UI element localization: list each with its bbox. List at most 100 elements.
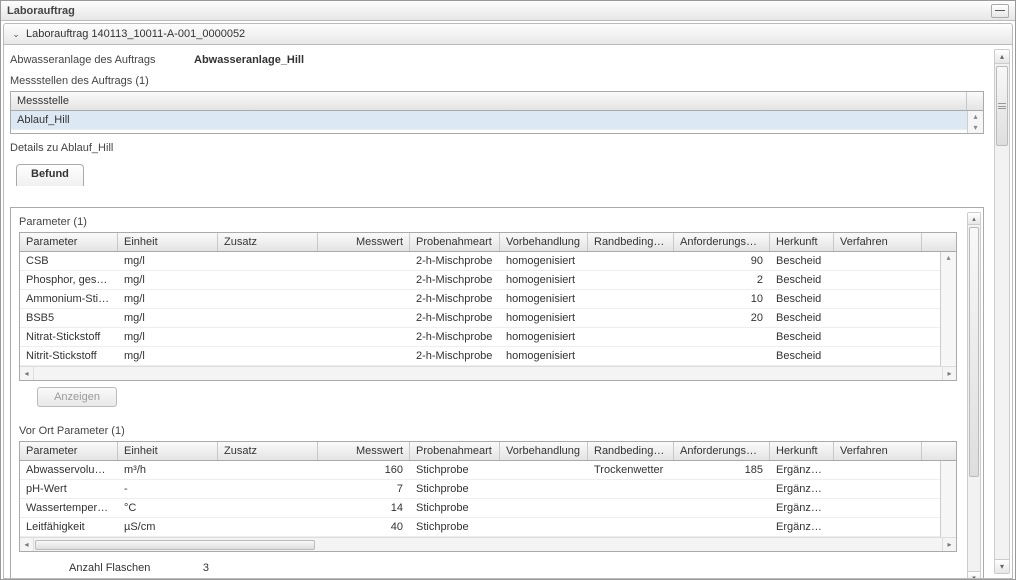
table-row[interactable]: Abwasservolumensm³/h160StichprobeTrocken… (20, 461, 940, 480)
cell (588, 518, 674, 536)
messstellen-grid[interactable]: Messstelle Ablauf_Hill ▴ ▾ (10, 91, 984, 134)
outer-scrollbar[interactable]: ▴ ▾ (994, 49, 1010, 574)
scroll-up-icon[interactable]: ▴ (968, 213, 980, 225)
cell (588, 499, 674, 517)
hscroll-left-icon[interactable]: ◂ (20, 538, 34, 551)
cell: 185 (674, 461, 770, 479)
cell (318, 252, 410, 270)
column-header[interactable]: Randbedingung (588, 442, 674, 460)
table-row[interactable]: Ammonium-Sticksmg/l2-h-Mischprobehomogen… (20, 290, 940, 309)
cell: 160 (318, 461, 410, 479)
scroll-thumb[interactable] (969, 227, 979, 477)
vorort-grid-hscroll[interactable]: ◂ ▸ (20, 537, 956, 551)
cell (834, 461, 922, 479)
cell (834, 499, 922, 517)
cell (674, 480, 770, 498)
table-row[interactable]: Phosphor, gesamtmg/l2-h-Mischprobehomoge… (20, 271, 940, 290)
scroll-thumb[interactable] (996, 66, 1008, 146)
tab-scrollbar[interactable]: ▴ ▾ (967, 212, 981, 578)
cell (218, 309, 318, 327)
param-grid-hscroll[interactable]: ◂ ▸ (20, 366, 956, 380)
table-row[interactable]: pH-Wert-7StichprobeErgänzung (20, 480, 940, 499)
column-header[interactable]: Messwert (318, 442, 410, 460)
cell: Bescheid (770, 271, 834, 289)
section-header[interactable]: ⌄ Laborauftrag 140113_10011-A-001_000005… (3, 23, 1013, 45)
messstellen-col-header[interactable]: Messstelle (11, 92, 967, 110)
scroll-up-icon[interactable]: ▴ (995, 50, 1009, 64)
table-row[interactable]: Nitrit-Stickstoffmg/l2-h-Mischprobehomog… (20, 347, 940, 366)
minimize-button[interactable]: — (991, 4, 1009, 18)
table-row[interactable]: Nitrat-Stickstoffmg/l2-h-Mischprobehomog… (20, 328, 940, 347)
cell: µS/cm (118, 518, 218, 536)
cell: Wassertemperatur (20, 499, 118, 517)
cell (218, 271, 318, 289)
cell: mg/l (118, 290, 218, 308)
parameter-grid[interactable]: ParameterEinheitZusatzMesswertProbenahme… (19, 232, 957, 381)
column-header[interactable]: Herkunft (770, 442, 834, 460)
cell (834, 328, 922, 346)
param-grid-vscroll[interactable]: ▴ (940, 252, 956, 366)
column-header[interactable]: Herkunft (770, 233, 834, 251)
scroll-up-icon[interactable]: ▴ (973, 111, 977, 122)
hscroll-thumb[interactable] (35, 540, 315, 550)
cell (834, 347, 922, 365)
cell: °C (118, 499, 218, 517)
messstellen-scroll[interactable]: ▴ ▾ (967, 111, 983, 133)
anlage-label: Abwasseranlage des Auftrags (10, 54, 190, 66)
column-header[interactable]: Vorbehandlung (500, 442, 588, 460)
column-header[interactable]: Parameter (20, 442, 118, 460)
scroll-down-icon[interactable]: ▾ (973, 122, 977, 133)
cell: Trockenwetter (588, 461, 674, 479)
hscroll-right-icon[interactable]: ▸ (942, 367, 956, 380)
cell: mg/l (118, 347, 218, 365)
cell (674, 499, 770, 517)
cell: Bescheid (770, 252, 834, 270)
cell: 7 (318, 480, 410, 498)
vorort-grid-vscroll[interactable] (940, 461, 956, 537)
cell: Stichprobe (410, 518, 500, 536)
laborauftrag-window: Laborauftrag — ⌄ Laborauftrag 140113_100… (0, 0, 1016, 580)
flaschen-label: Anzahl Flaschen (69, 562, 169, 574)
column-header[interactable]: Anforderungswer (674, 233, 770, 251)
column-header[interactable]: Einheit (118, 233, 218, 251)
hscroll-right-icon[interactable]: ▸ (942, 538, 956, 551)
cell: Nitrit-Stickstoff (20, 347, 118, 365)
scroll-down-icon[interactable]: ▾ (995, 559, 1009, 573)
column-header[interactable]: Probenahmeart (410, 442, 500, 460)
messstelle-cell: Ablauf_Hill (11, 111, 967, 129)
tab-befund[interactable]: Befund (16, 164, 84, 186)
column-header[interactable]: Probenahmeart (410, 233, 500, 251)
messstellen-label: Messstellen des Auftrags (1) (10, 75, 984, 87)
hscroll-left-icon[interactable]: ◂ (20, 367, 34, 380)
column-header[interactable]: Parameter (20, 233, 118, 251)
cell (674, 328, 770, 346)
anzeigen-button[interactable]: Anzeigen (37, 387, 117, 407)
cell (674, 347, 770, 365)
scroll-down-icon[interactable]: ▾ (968, 571, 980, 578)
table-row[interactable]: CSBmg/l2-h-Mischprobehomogenisiert90Besc… (20, 252, 940, 271)
parameter-title: Parameter (1) (19, 216, 957, 228)
column-header[interactable]: Verfahren (834, 442, 922, 460)
table-row[interactable]: BSB5mg/l2-h-Mischprobehomogenisiert20Bes… (20, 309, 940, 328)
column-header[interactable]: Vorbehandlung (500, 233, 588, 251)
table-row[interactable]: Ablauf_Hill (11, 111, 967, 130)
column-header[interactable]: Randbedingung (588, 233, 674, 251)
cell: 2-h-Mischprobe (410, 347, 500, 365)
cell (218, 328, 318, 346)
column-header[interactable]: Zusatz (218, 442, 318, 460)
cell (318, 309, 410, 327)
window-titlebar[interactable]: Laborauftrag — (1, 1, 1015, 21)
column-header[interactable]: Zusatz (218, 233, 318, 251)
column-header[interactable]: Anforderungswer (674, 442, 770, 460)
column-header[interactable]: Verfahren (834, 233, 922, 251)
vorort-grid[interactable]: ParameterEinheitZusatzMesswertProbenahme… (19, 441, 957, 552)
table-row[interactable]: Wassertemperatur°C14StichprobeErgänzung (20, 499, 940, 518)
cell: 2-h-Mischprobe (410, 290, 500, 308)
table-row[interactable]: LeitfähigkeitµS/cm40StichprobeErgänzung (20, 518, 940, 537)
column-header[interactable]: Messwert (318, 233, 410, 251)
cell: Nitrat-Stickstoff (20, 328, 118, 346)
cell: CSB (20, 252, 118, 270)
section-body: Abwasseranlage des Auftrags Abwasseranla… (3, 45, 1013, 579)
column-header[interactable]: Einheit (118, 442, 218, 460)
grid-corner (967, 92, 983, 110)
